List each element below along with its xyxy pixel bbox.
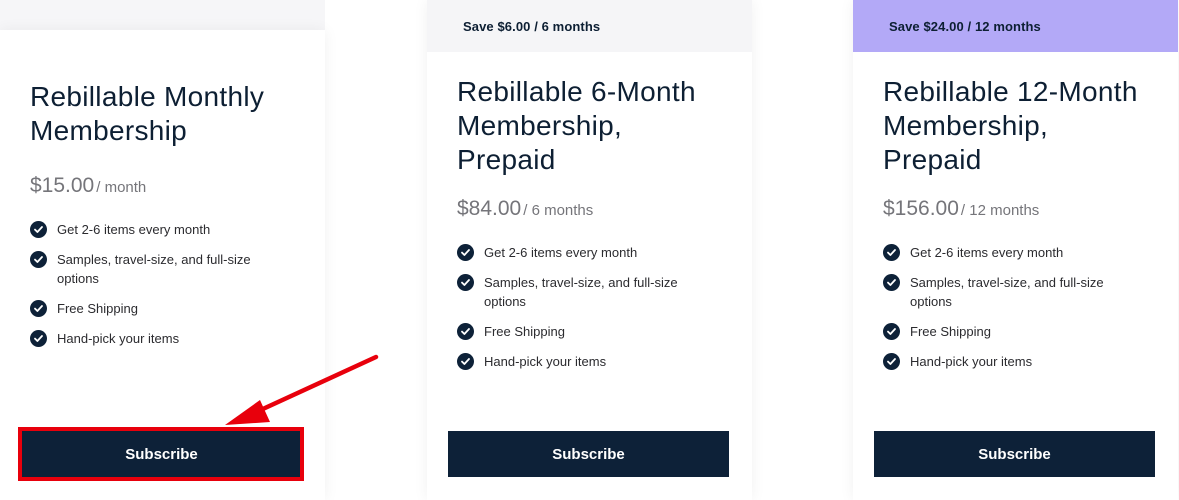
- plan-card-body: Rebillable 6-Month Membership, Prepaid $…: [427, 52, 752, 371]
- plan-card-body: Rebillable Monthly Membership $15.00 / m…: [0, 30, 325, 348]
- feature-text: Hand-pick your items: [910, 354, 1033, 369]
- feature-item: Samples, travel-size, and full-size opti…: [30, 250, 295, 288]
- plan-title: Rebillable 6-Month Membership, Prepaid: [457, 76, 696, 175]
- plan-price: $15.00: [30, 174, 95, 197]
- price-row: $84.00 / 6 months: [457, 197, 722, 221]
- check-circle-icon: [883, 323, 900, 340]
- pricing-page: Rebillable Monthly Membership $15.00 / m…: [0, 0, 1179, 500]
- red-arrow-icon: [225, 354, 379, 425]
- price-row: $15.00 / month: [30, 174, 295, 198]
- feature-text: Get 2-6 items every month: [484, 245, 638, 260]
- feature-text: Get 2-6 items every month: [57, 222, 211, 237]
- feature-item: Free Shipping: [457, 322, 722, 341]
- feature-text: Samples, travel-size, and full-size opti…: [910, 275, 1104, 309]
- check-circle-icon: [883, 274, 900, 291]
- feature-text: Samples, travel-size, and full-size opti…: [57, 252, 251, 286]
- subscribe-button[interactable]: Subscribe: [874, 431, 1155, 477]
- feature-text: Samples, travel-size, and full-size opti…: [484, 275, 678, 309]
- feature-list: Get 2-6 items every month Samples, trave…: [30, 220, 295, 348]
- check-circle-icon: [457, 274, 474, 291]
- check-circle-icon: [30, 330, 47, 347]
- feature-item: Samples, travel-size, and full-size opti…: [457, 273, 722, 311]
- feature-item: Get 2-6 items every month: [883, 243, 1148, 262]
- feature-item: Hand-pick your items: [30, 329, 295, 348]
- plan-card-12-month: Save $24.00 / 12 months Rebillable 12-Mo…: [853, 0, 1178, 500]
- plan-card-6-month: Save $6.00 / 6 months Rebillable 6-Month…: [427, 0, 752, 500]
- plan-period: / 12 months: [960, 202, 1040, 219]
- check-circle-icon: [30, 221, 47, 238]
- feature-item: Free Shipping: [30, 299, 295, 318]
- feature-text: Get 2-6 items every month: [910, 245, 1064, 260]
- feature-list: Get 2-6 items every month Samples, trave…: [457, 243, 722, 371]
- savings-banner: Save $6.00 / 6 months: [427, 0, 752, 52]
- plan-price: $156.00: [883, 197, 959, 220]
- card-top-strip: [0, 0, 325, 30]
- price-row: $156.00 / 12 months: [883, 197, 1148, 221]
- feature-text: Free Shipping: [910, 324, 991, 339]
- plan-period: / month: [96, 179, 147, 196]
- check-circle-icon: [30, 251, 47, 268]
- feature-item: Hand-pick your items: [883, 352, 1148, 371]
- feature-item: Hand-pick your items: [457, 352, 722, 371]
- subscribe-button[interactable]: Subscribe: [448, 431, 729, 477]
- check-circle-icon: [457, 244, 474, 261]
- check-circle-icon: [30, 300, 47, 317]
- feature-text: Free Shipping: [484, 324, 565, 339]
- plan-price: $84.00: [457, 197, 522, 220]
- feature-text: Hand-pick your items: [484, 354, 607, 369]
- plan-title: Rebillable 12-Month Membership, Prepaid: [883, 76, 1138, 175]
- feature-item: Get 2-6 items every month: [30, 220, 295, 239]
- plan-period: / 6 months: [523, 202, 594, 219]
- check-circle-icon: [883, 244, 900, 261]
- check-circle-icon: [883, 353, 900, 370]
- feature-item: Get 2-6 items every month: [457, 243, 722, 262]
- feature-text: Free Shipping: [57, 301, 138, 316]
- savings-banner: Save $24.00 / 12 months: [853, 0, 1178, 52]
- feature-text: Hand-pick your items: [57, 331, 180, 346]
- check-circle-icon: [457, 353, 474, 370]
- feature-list: Get 2-6 items every month Samples, trave…: [883, 243, 1148, 371]
- feature-item: Samples, travel-size, and full-size opti…: [883, 273, 1148, 311]
- check-circle-icon: [457, 323, 474, 340]
- plan-card-body: Rebillable 12-Month Membership, Prepaid …: [853, 52, 1178, 371]
- subscribe-button[interactable]: Subscribe: [21, 431, 302, 477]
- feature-item: Free Shipping: [883, 322, 1148, 341]
- plan-title: Rebillable Monthly Membership: [30, 81, 265, 146]
